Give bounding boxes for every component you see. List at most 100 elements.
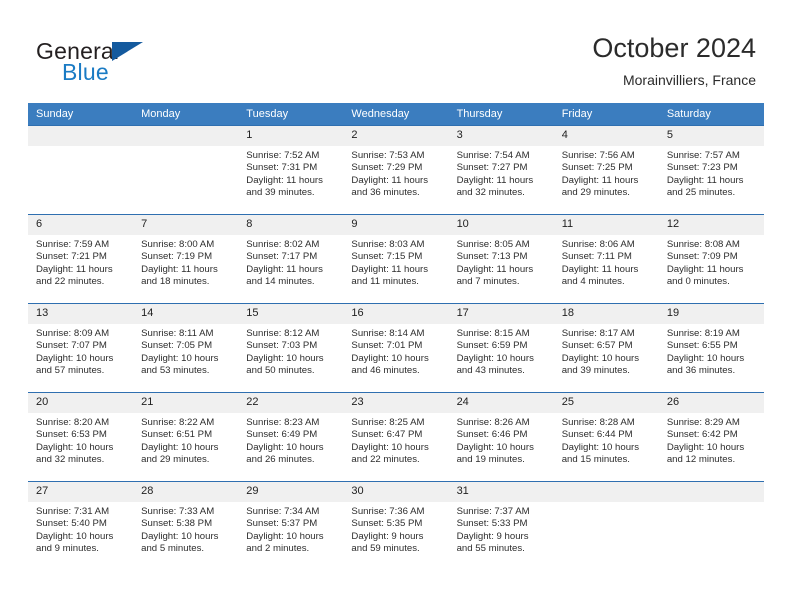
daylight-text-line1: Daylight: 11 hours — [561, 263, 639, 275]
daylight-text-line1: Daylight: 10 hours — [666, 441, 745, 453]
sunset-text: Sunset: 6:47 PM — [351, 429, 423, 441]
calendar-day-cell[interactable]: 31 Sunrise: 7:37 AM Sunset: 5:33 PM Dayligh… — [448, 481, 554, 570]
daylight-text-line1: Daylight: 11 hours — [246, 174, 323, 186]
daylight-text-line2: and 0 minutes. — [666, 276, 730, 288]
day-number: 17 — [448, 304, 554, 324]
calendar-week-row: 20 Sunrise: 8:20 AM Sunset: 6:53 PM Dayligh… — [28, 392, 764, 482]
calendar-day-cell[interactable]: 12 Sunrise: 8:08 AM Sunset: 7:09 PM Dayligh… — [658, 214, 764, 304]
calendar-day-cell[interactable]: 13 Sunrise: 8:09 AM Sunset: 7:07 PM Dayligh… — [28, 303, 134, 393]
daylight-text-line2: and 25 minutes. — [666, 187, 736, 199]
sunrise-text: Sunrise: 7:54 AM — [456, 150, 530, 161]
calendar-day-cell[interactable]: 20 Sunrise: 8:20 AM Sunset: 6:53 PM Dayligh… — [28, 392, 134, 482]
day-number — [28, 126, 134, 146]
calendar-day-cell[interactable]: 23 Sunrise: 8:25 AM Sunset: 6:47 PM Dayligh… — [343, 392, 449, 482]
day-number: 20 — [28, 393, 134, 413]
daylight-text-line2: and 46 minutes. — [351, 365, 420, 377]
day-details: Sunrise: 7:53 AM Sunset: 7:29 PM Daylight:… — [343, 146, 448, 200]
calendar-day-cell[interactable]: 11 Sunrise: 8:06 AM Sunset: 7:11 PM Dayligh… — [553, 214, 659, 304]
day-details: Sunrise: 7:59 AM Sunset: 7:21 PM Daylight:… — [28, 235, 133, 289]
calendar-day-cell[interactable]: 26 Sunrise: 8:29 AM Sunset: 6:42 PM Dayligh… — [658, 392, 764, 482]
daylight-text-line2: and 39 minutes. — [246, 187, 315, 199]
calendar-day-cell[interactable]: 21 Sunrise: 8:22 AM Sunset: 6:51 PM Dayligh… — [133, 392, 239, 482]
daylight-text-line2: and 57 minutes. — [36, 365, 105, 377]
calendar-day-cell[interactable]: 8 Sunrise: 8:02 AM Sunset: 7:17 PM Daylight… — [238, 214, 344, 304]
calendar-day-cell[interactable]: 1 Sunrise: 7:52 AM Sunset: 7:31 PM Daylight… — [238, 125, 344, 215]
daylight-text-line2: and 19 minutes. — [456, 454, 525, 466]
sunrise-text: Sunrise: 8:00 AM — [141, 239, 215, 250]
sunrise-text: Sunrise: 8:28 AM — [561, 417, 635, 428]
sunrise-text: Sunrise: 7:52 AM — [246, 150, 320, 161]
sunrise-text: Sunrise: 8:09 AM — [36, 328, 110, 339]
daylight-text-line1: Daylight: 11 hours — [246, 263, 323, 275]
day-details: Sunrise: 7:54 AM Sunset: 7:27 PM Daylight:… — [449, 146, 554, 200]
sunrise-text: Sunrise: 7:53 AM — [351, 150, 425, 161]
general-blue-logo: General Blue — [36, 38, 216, 86]
day-number: 4 — [553, 126, 659, 146]
daylight-text-line2: and 2 minutes. — [246, 543, 310, 555]
calendar-day-cell[interactable]: 24 Sunrise: 8:26 AM Sunset: 6:46 PM Dayligh… — [448, 392, 554, 482]
sunrise-text: Sunrise: 8:19 AM — [666, 328, 740, 339]
sunrise-text: Sunrise: 8:29 AM — [666, 417, 740, 428]
calendar-day-cell[interactable]: 14 Sunrise: 8:11 AM Sunset: 7:05 PM Dayligh… — [133, 303, 239, 393]
calendar-day-cell[interactable]: 15 Sunrise: 8:12 AM Sunset: 7:03 PM Dayligh… — [238, 303, 344, 393]
daylight-text-line2: and 22 minutes. — [351, 454, 420, 466]
sunset-text: Sunset: 7:21 PM — [36, 251, 107, 263]
calendar-day-cell[interactable]: 5 Sunrise: 7:57 AM Sunset: 7:23 PM Daylight… — [658, 125, 764, 215]
day-number: 8 — [238, 215, 344, 235]
calendar-day-cell[interactable]: 3 Sunrise: 7:54 AM Sunset: 7:27 PM Daylight… — [448, 125, 554, 215]
calendar-day-cell[interactable]: 22 Sunrise: 8:23 AM Sunset: 6:49 PM Dayligh… — [238, 392, 344, 482]
day-details: Sunrise: 8:20 AM Sunset: 6:53 PM Daylight:… — [28, 413, 133, 467]
daylight-text-line1: Daylight: 11 hours — [666, 174, 744, 186]
calendar-day-cell[interactable]: 17 Sunrise: 8:15 AM Sunset: 6:59 PM Dayligh… — [448, 303, 554, 393]
calendar-day-cell[interactable]: 16 Sunrise: 8:14 AM Sunset: 7:01 PM Dayligh… — [343, 303, 449, 393]
day-number: 6 — [28, 215, 134, 235]
calendar-day-cell[interactable]: 18 Sunrise: 8:17 AM Sunset: 6:57 PM Dayligh… — [553, 303, 659, 393]
daylight-text-line1: Daylight: 10 hours — [141, 352, 219, 364]
calendar-day-cell[interactable]: 2 Sunrise: 7:53 AM Sunset: 7:29 PM Daylight… — [343, 125, 449, 215]
calendar-table: Sunday Monday Tuesday Wednesday Thursday… — [28, 103, 764, 570]
logo-triangle-icon — [112, 42, 143, 61]
calendar-day-cell[interactable]: 29 Sunrise: 7:34 AM Sunset: 5:37 PM Dayligh… — [238, 481, 344, 570]
calendar-day-cell[interactable]: 27 Sunrise: 7:31 AM Sunset: 5:40 PM Dayligh… — [28, 481, 134, 570]
calendar-day-cell[interactable]: 25 Sunrise: 8:28 AM Sunset: 6:44 PM Dayligh… — [553, 392, 659, 482]
daylight-text-line2: and 50 minutes. — [246, 365, 315, 377]
column-header-friday: Friday — [553, 103, 659, 126]
day-details: Sunrise: 8:15 AM Sunset: 6:59 PM Daylight:… — [449, 324, 554, 378]
sunrise-text: Sunrise: 8:02 AM — [246, 239, 320, 250]
calendar-day-cell[interactable]: 4 Sunrise: 7:56 AM Sunset: 7:25 PM Daylight… — [553, 125, 659, 215]
calendar-day-cell[interactable]: 6 Sunrise: 7:59 AM Sunset: 7:21 PM Daylight… — [28, 214, 134, 304]
daylight-text-line2: and 5 minutes. — [141, 543, 205, 555]
day-number: 30 — [343, 482, 449, 502]
sunrise-text: Sunrise: 7:36 AM — [351, 506, 425, 517]
calendar-day-cell[interactable]: 28 Sunrise: 7:33 AM Sunset: 5:38 PM Dayligh… — [133, 481, 239, 570]
column-header-sunday: Sunday — [28, 103, 134, 126]
sunrise-text: Sunrise: 8:11 AM — [141, 328, 214, 339]
day-details: Sunrise: 8:09 AM Sunset: 7:07 PM Daylight:… — [28, 324, 133, 378]
day-details: Sunrise: 8:02 AM Sunset: 7:17 PM Daylight:… — [238, 235, 343, 289]
calendar-cell-empty — [133, 125, 239, 215]
sunset-text: Sunset: 7:01 PM — [351, 340, 423, 352]
calendar-day-cell[interactable]: 19 Sunrise: 8:19 AM Sunset: 6:55 PM Dayligh… — [658, 303, 764, 393]
daylight-text-line2: and 55 minutes. — [456, 543, 525, 555]
calendar-day-cell[interactable]: 9 Sunrise: 8:03 AM Sunset: 7:15 PM Daylight… — [343, 214, 449, 304]
daylight-text-line2: and 32 minutes. — [456, 187, 525, 199]
sunrise-text: Sunrise: 7:37 AM — [456, 506, 530, 517]
calendar-day-cell[interactable]: 10 Sunrise: 8:05 AM Sunset: 7:13 PM Dayligh… — [448, 214, 554, 304]
sunset-text: Sunset: 6:42 PM — [666, 429, 738, 441]
day-details: Sunrise: 8:23 AM Sunset: 6:49 PM Daylight:… — [238, 413, 343, 467]
sunrise-text: Sunrise: 8:05 AM — [456, 239, 530, 250]
logo-text-blue: Blue — [62, 59, 109, 85]
calendar-day-cell[interactable]: 7 Sunrise: 8:00 AM Sunset: 7:19 PM Daylight… — [133, 214, 239, 304]
sunset-text: Sunset: 6:53 PM — [36, 429, 107, 441]
sunrise-text: Sunrise: 7:57 AM — [666, 150, 740, 161]
sunset-text: Sunset: 5:40 PM — [36, 518, 107, 530]
page-title: October 2024 — [592, 33, 756, 63]
day-details: Sunrise: 8:00 AM Sunset: 7:19 PM Daylight:… — [133, 235, 238, 289]
sunset-text: Sunset: 5:37 PM — [246, 518, 318, 530]
sunset-text: Sunset: 5:33 PM — [456, 518, 528, 530]
daylight-text-line1: Daylight: 10 hours — [141, 441, 219, 453]
calendar-cell-empty — [28, 125, 134, 215]
sunrise-text: Sunrise: 8:12 AM — [246, 328, 320, 339]
daylight-text-line1: Daylight: 10 hours — [36, 352, 114, 364]
calendar-day-cell[interactable]: 30 Sunrise: 7:36 AM Sunset: 5:35 PM Dayligh… — [343, 481, 449, 570]
